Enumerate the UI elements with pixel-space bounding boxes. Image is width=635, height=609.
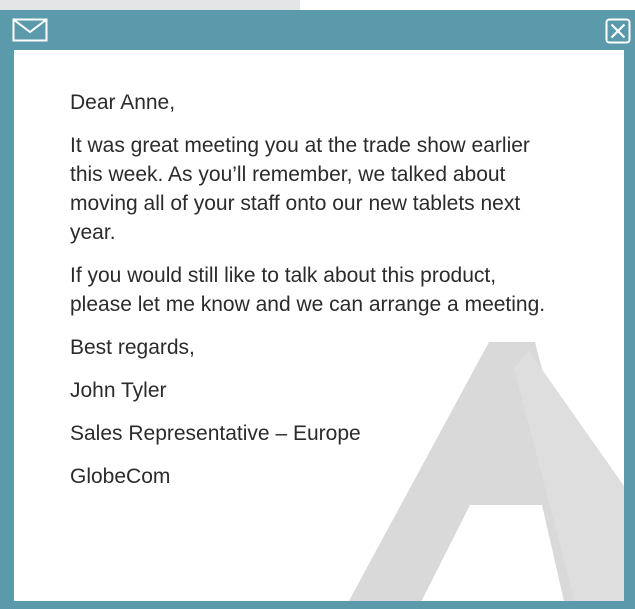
email-window: Dear Anne, It was great meeting you at t… (0, 10, 635, 609)
mail-icon (12, 18, 48, 42)
email-paragraph-2: If you would still like to talk about th… (70, 264, 546, 316)
email-greeting: Dear Anne, (70, 91, 176, 114)
sender-name: John Tyler (70, 379, 167, 402)
sender-title: Sales Representative – Europe (70, 422, 361, 445)
company-name: GlobeCom (70, 465, 171, 488)
email-closing: Best regards, (70, 336, 195, 359)
window-titlebar (0, 10, 635, 50)
email-letter: Dear Anne, It was great meeting you at t… (70, 88, 560, 505)
email-paragraph-1: It was great meeting you at the trade sh… (70, 134, 530, 244)
email-body: Dear Anne, It was great meeting you at t… (14, 50, 624, 601)
close-icon[interactable] (605, 18, 631, 44)
